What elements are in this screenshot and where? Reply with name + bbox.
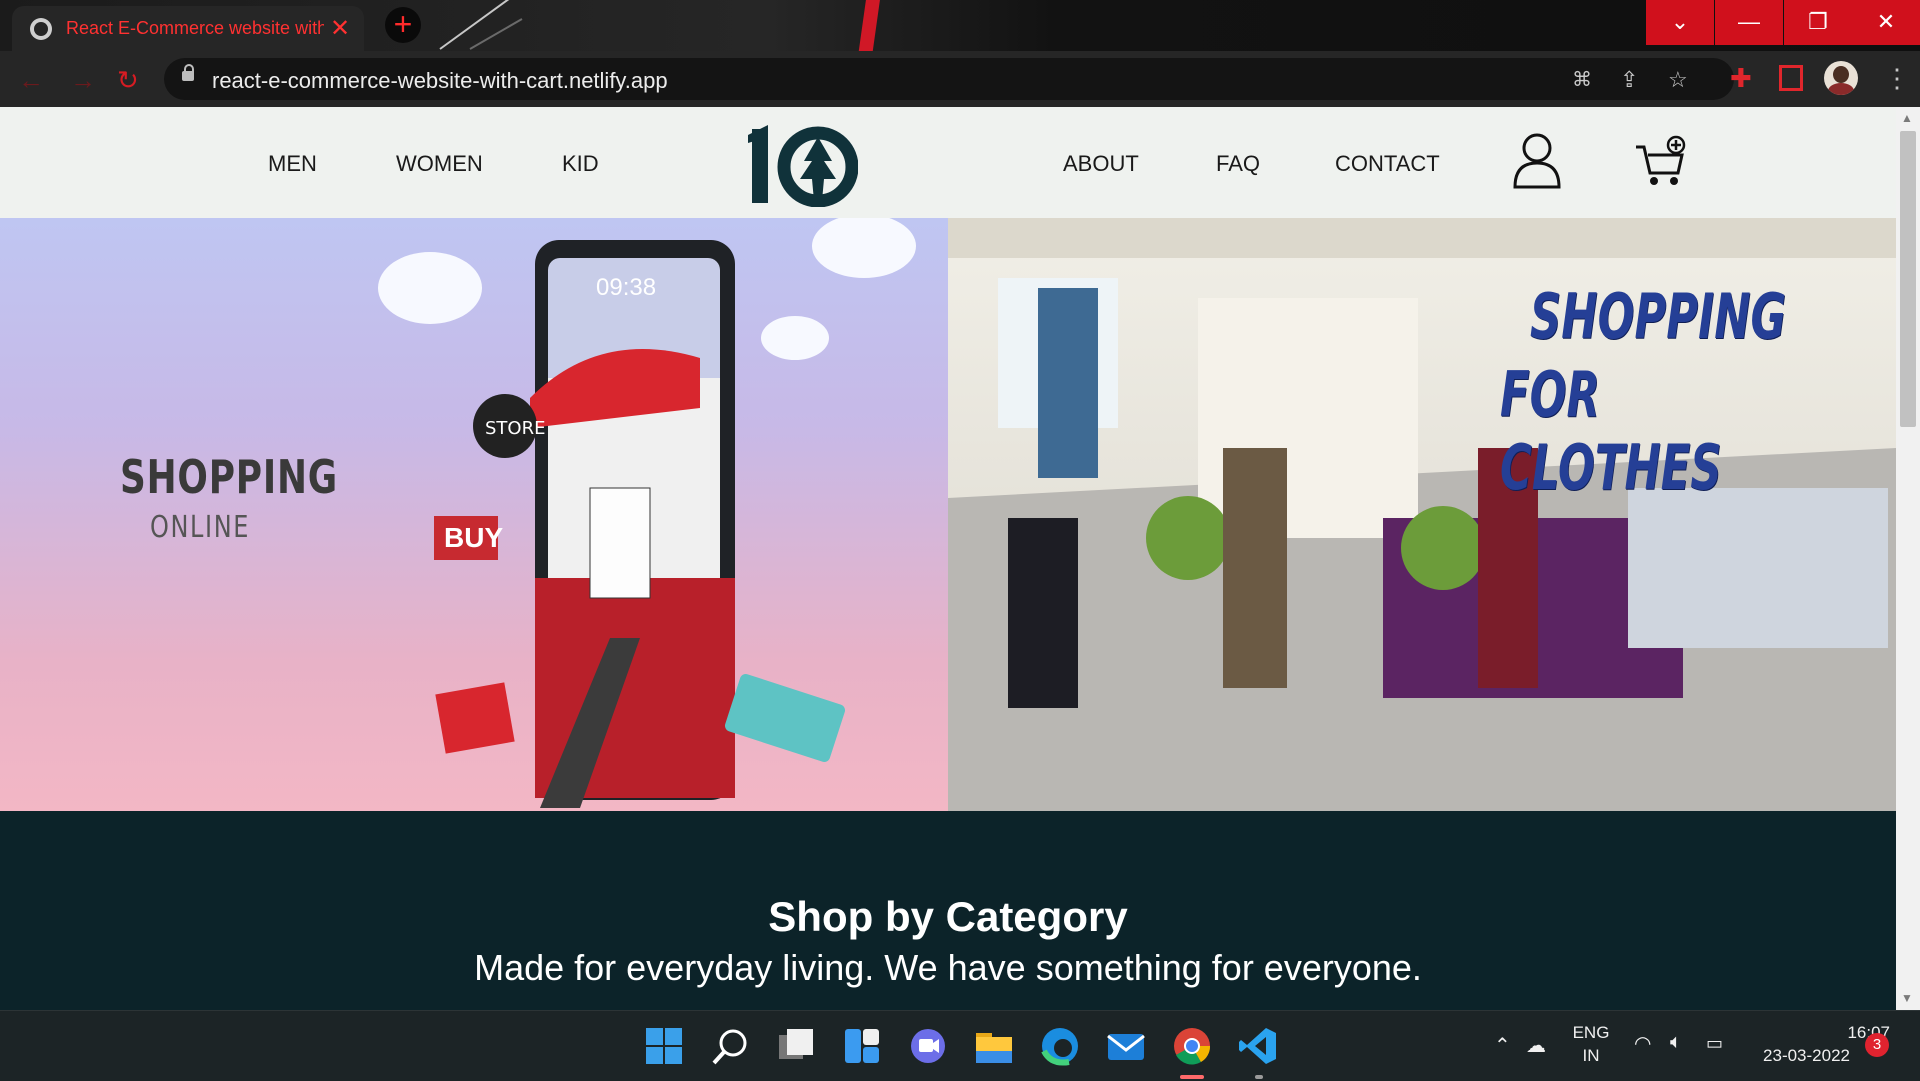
active-app-indicator bbox=[1180, 1075, 1204, 1079]
onedrive-icon[interactable]: ☁ bbox=[1526, 1033, 1546, 1058]
language-region[interactable]: IN bbox=[1571, 1046, 1611, 1066]
hero-banner-clothes: SHOPPING FOR CLOTHES bbox=[948, 218, 1896, 811]
scroll-thumb[interactable] bbox=[1900, 131, 1916, 427]
bookmark-star-icon[interactable]: ☆ bbox=[1668, 67, 1688, 93]
reload-icon[interactable]: ↻ bbox=[117, 65, 139, 96]
widgets-icon[interactable] bbox=[841, 1025, 883, 1067]
edge-icon[interactable] bbox=[1039, 1025, 1081, 1067]
browser-tab-strip: React E-Commerce website with ✕ + ⌄ — ❐ … bbox=[0, 0, 1920, 51]
clock-date[interactable]: 23-03-2022 bbox=[1750, 1046, 1850, 1066]
close-window-button[interactable]: ✕ bbox=[1852, 0, 1920, 45]
nav-about[interactable]: ABOUT bbox=[1063, 151, 1139, 177]
background-decoration bbox=[858, 0, 880, 51]
globe-icon bbox=[30, 17, 52, 40]
nav-faq[interactable]: FAQ bbox=[1216, 151, 1260, 177]
sidebar-icon[interactable] bbox=[1779, 65, 1803, 91]
new-tab-button[interactable]: + bbox=[385, 7, 421, 43]
store-sign: STORE bbox=[485, 418, 546, 439]
page-scrollbar[interactable]: ▲ ▼ bbox=[1896, 107, 1920, 1010]
task-view-icon[interactable] bbox=[775, 1025, 817, 1067]
running-app-indicator bbox=[1255, 1075, 1263, 1079]
hero-online-title: SHOPPING bbox=[120, 450, 339, 504]
forward-icon[interactable]: → bbox=[70, 65, 96, 96]
nav-kid[interactable]: KID bbox=[562, 151, 599, 177]
phone-time: 09:38 bbox=[596, 274, 657, 301]
share-icon[interactable]: ⇪ bbox=[1620, 67, 1638, 93]
show-hidden-icons-icon[interactable]: ⌃ bbox=[1494, 1033, 1511, 1058]
tab-title: React E-Commerce website with bbox=[66, 18, 324, 38]
buy-sign: BUY bbox=[444, 522, 504, 553]
nav-contact[interactable]: CONTACT bbox=[1335, 151, 1440, 177]
address-bar[interactable]: react-e-commerce-website-with-cart.netli… bbox=[164, 58, 1734, 100]
cart-icon[interactable] bbox=[1634, 135, 1688, 189]
browser-toolbar: ← → ↻ react-e-commerce-website-with-cart… bbox=[0, 51, 1920, 107]
webpage: MEN WOMEN KID ABOUT FAQ CONTACT 09:38 ST… bbox=[0, 107, 1896, 1010]
hero-clothes-title-line1: SHOPPING bbox=[1530, 280, 1787, 353]
battery-icon[interactable]: ▭ bbox=[1706, 1033, 1723, 1054]
category-subtitle: Made for everyday living. We have someth… bbox=[474, 947, 1422, 988]
translate-icon[interactable]: ⌘ bbox=[1572, 67, 1592, 92]
vscode-icon[interactable] bbox=[1237, 1025, 1279, 1067]
user-icon[interactable] bbox=[1512, 131, 1562, 189]
wifi-icon[interactable]: ◠ bbox=[1634, 1031, 1651, 1056]
profile-avatar[interactable] bbox=[1824, 61, 1858, 95]
close-tab-icon[interactable]: ✕ bbox=[330, 14, 350, 43]
search-icon[interactable] bbox=[709, 1025, 751, 1067]
nav-men[interactable]: MEN bbox=[268, 151, 317, 177]
chrome-icon[interactable] bbox=[1171, 1025, 1213, 1067]
minimize-button[interactable]: — bbox=[1715, 0, 1783, 45]
shop-by-category-section: Shop by Category Made for everyday livin… bbox=[0, 811, 1896, 1010]
teams-icon[interactable] bbox=[907, 1025, 949, 1067]
notification-badge[interactable]: 3 bbox=[1865, 1033, 1889, 1057]
hero-banner-online: 09:38 STORE BUY SHOPPING ONLINE bbox=[0, 218, 948, 811]
restore-button[interactable]: ❐ bbox=[1784, 0, 1852, 45]
extensions-icon[interactable]: ✚ bbox=[1730, 63, 1752, 94]
mail-icon[interactable] bbox=[1105, 1025, 1147, 1067]
menu-kebab-icon[interactable]: ⋮ bbox=[1884, 63, 1910, 94]
start-icon[interactable] bbox=[643, 1025, 685, 1067]
hero-online-illustration bbox=[378, 218, 916, 808]
site-logo[interactable] bbox=[748, 121, 858, 207]
category-title: Shop by Category bbox=[768, 893, 1128, 940]
browser-tab[interactable]: React E-Commerce website with ✕ bbox=[12, 6, 364, 51]
volume-icon[interactable]: 🔈︎ bbox=[1670, 1031, 1682, 1054]
language-code[interactable]: ENG bbox=[1571, 1023, 1611, 1043]
site-navbar: MEN WOMEN KID ABOUT FAQ CONTACT bbox=[0, 107, 1896, 218]
file-explorer-icon[interactable] bbox=[973, 1025, 1015, 1067]
taskbar: ⌃ ☁ ENG IN ◠ 🔈︎ ▭ 16:07 23-03-2022 3 bbox=[0, 1010, 1920, 1081]
back-icon[interactable]: ← bbox=[18, 65, 44, 96]
hero-online-subtitle: ONLINE bbox=[150, 510, 251, 545]
hero-clothes-title-line2: FOR CLOTHES bbox=[1500, 358, 1722, 504]
nav-women[interactable]: WOMEN bbox=[396, 151, 483, 177]
tab-search-button[interactable]: ⌄ bbox=[1646, 0, 1714, 45]
scroll-up-icon[interactable]: ▲ bbox=[1901, 111, 1913, 125]
url-text[interactable]: react-e-commerce-website-with-cart.netli… bbox=[212, 68, 668, 94]
scroll-down-icon[interactable]: ▼ bbox=[1901, 991, 1913, 1005]
lock-icon[interactable] bbox=[182, 64, 194, 81]
